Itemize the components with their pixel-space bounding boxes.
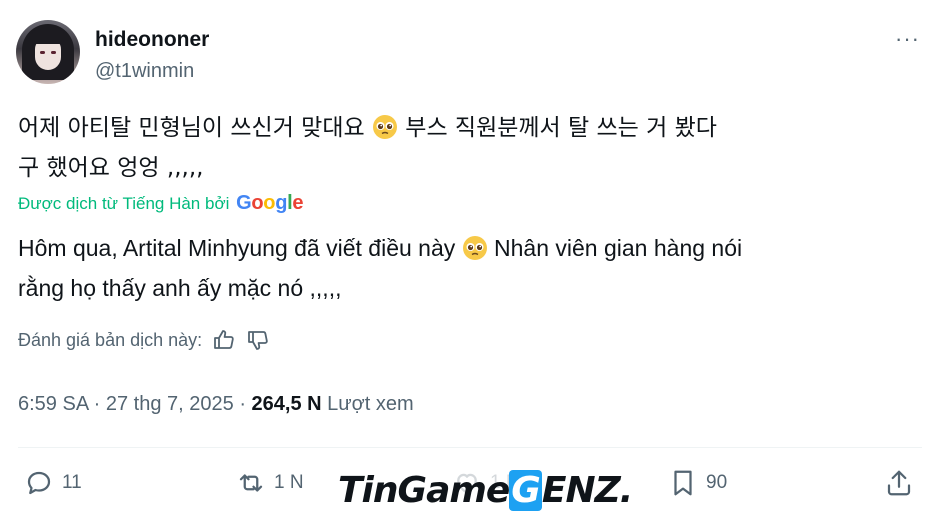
repost-button[interactable]: 1 N (236, 468, 304, 498)
avatar[interactable] (16, 20, 80, 84)
translated-line-1-part-2: Nhân viên gian hàng nói (494, 235, 743, 261)
user-handle[interactable]: @t1winmin (95, 60, 194, 83)
translated-line-1: Hôm qua, Artital Minhyung đã viết điều n… (18, 228, 918, 268)
bookmark-count: 90 (706, 472, 728, 493)
rate-translation-label: Đánh giá bản dịch này: (18, 329, 203, 350)
rate-translation: Đánh giá bản dịch này: (18, 328, 270, 352)
tweet-line-1-part-1: 어제 아티탈 민형님이 쓰신거 맞대요 (18, 115, 365, 141)
more-icon[interactable]: ··· (895, 26, 920, 52)
display-name[interactable]: hideononer (95, 28, 209, 52)
avatar-eye-right (51, 51, 56, 54)
translated-line-2: rằng họ thấy anh ấy mặc nó ,,,,, (18, 275, 342, 301)
reply-count: 11 (62, 472, 82, 493)
pleading-face-emoji (372, 113, 398, 139)
divider (18, 447, 922, 448)
repost-icon (239, 474, 263, 492)
translation-attribution[interactable]: Được dịch từ Tiếng Hàn bởi Google (18, 192, 304, 215)
bookmark-button[interactable]: 90 (668, 468, 727, 498)
avatar-bangs (32, 30, 64, 44)
tweet-line-1-part-2: 부스 직원분께서 탈 쓰는 거 봤다 (405, 115, 717, 141)
pleading-face-emoji (462, 233, 488, 260)
watermark-logo: TinGameGENZ. (332, 470, 639, 511)
thumbs-down-icon[interactable] (246, 328, 270, 352)
tweet-date[interactable]: 27 thg 7, 2025 (106, 393, 234, 415)
meta-separator: · (93, 393, 101, 415)
share-button[interactable] (884, 468, 914, 498)
repost-count: 1 N (274, 472, 304, 493)
bookmark-icon (674, 470, 692, 496)
views-count: 264,5 N (251, 393, 322, 415)
avatar-eye-left (40, 51, 45, 54)
google-logo: Google (236, 192, 304, 214)
share-icon (887, 470, 911, 496)
tweet-line-1: 어제 아티탈 민형님이 쓰신거 맞대요 부스 직원분께서 탈 쓰는 거 봤다 (18, 108, 918, 148)
tweet-meta: 6:59 SA · 27 thg 7, 2025 · 264,5 N Lượt … (18, 393, 414, 416)
translation-attribution-text: Được dịch từ Tiếng Hàn bởi (18, 194, 230, 213)
meta-separator: · (239, 393, 246, 415)
views-label: Lượt xem (327, 393, 414, 415)
tweet-text: 어제 아티탈 민형님이 쓰신거 맞대요 부스 직원분께서 탈 쓰는 거 봤다 구… (18, 108, 918, 188)
tweet-time[interactable]: 6:59 SA (18, 393, 88, 415)
translated-text: Hôm qua, Artital Minhyung đã viết điều n… (18, 228, 918, 308)
tweet-line-2: 구 했어요 엉엉 ,,,,, (18, 155, 204, 181)
reply-icon (27, 471, 51, 495)
thumbs-up-icon[interactable] (212, 328, 236, 352)
translated-line-1-part-1: Hôm qua, Artital Minhyung đã viết điều n… (18, 235, 456, 261)
reply-button[interactable]: 11 (24, 468, 82, 498)
